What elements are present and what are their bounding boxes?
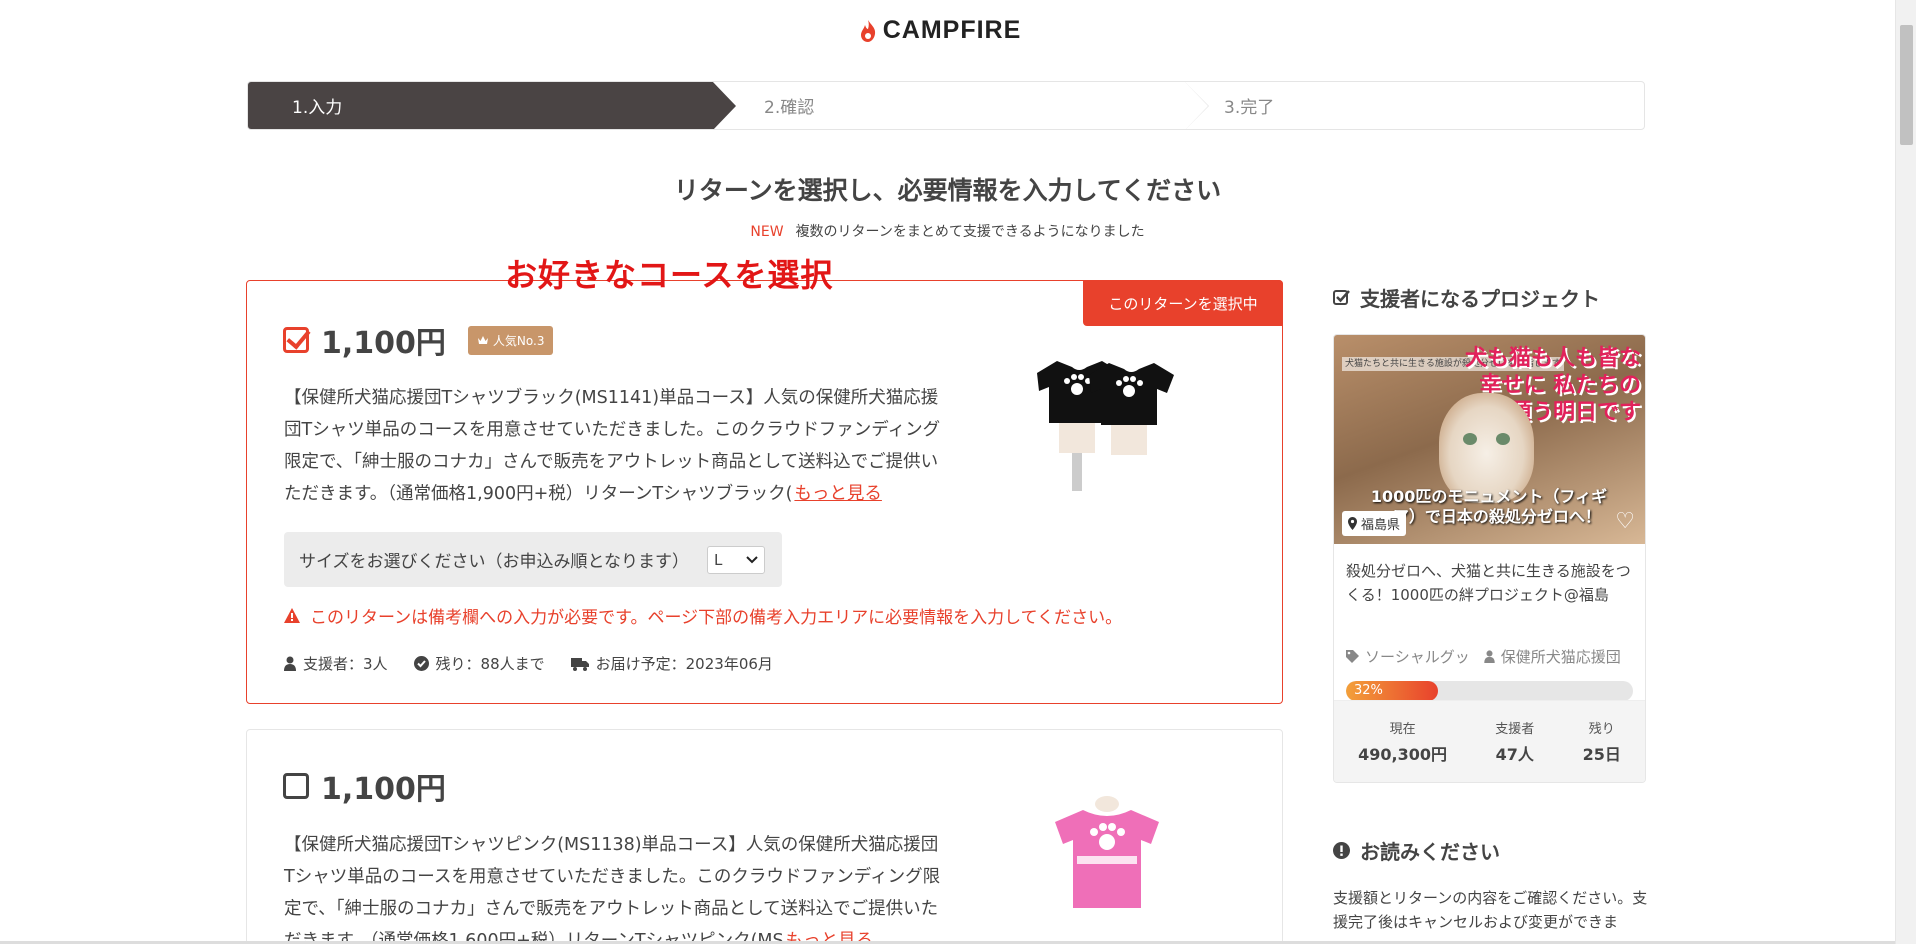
owner-tag[interactable]: 保健所犬猫応援団 (1501, 646, 1621, 667)
return-meta: 支援者：3人 残り：88人まで お届け予定：2023年06月 (284, 653, 773, 674)
step-complete: 3.完了 (1184, 82, 1644, 129)
check-circle-icon (413, 656, 429, 671)
project-tags: ソーシャルグッ 保健所犬猫応援団 (1334, 626, 1645, 667)
black-tshirt-image (1027, 343, 1177, 491)
readme-heading: お読みください (1333, 836, 1500, 865)
project-card[interactable]: 犬猫たちと共に生きる施設が殺処分ゼロを目指します 犬も猫も人も皆な幸せに 私たち… (1333, 334, 1646, 783)
readme-text: 支援額とリターンの内容をご確認ください。支援完了後はキャンセルおよび変更ができま (1333, 889, 1648, 931)
project-title[interactable]: 殺処分ゼロへ、犬猫と共に生きる施設をつくる！1000匹の絆プロジェクト@福島 (1334, 544, 1645, 626)
step-input: 1.入力 (248, 82, 736, 129)
page-scrollbar[interactable] (1895, 0, 1916, 944)
stat-label: 残り (1588, 722, 1615, 737)
heart-icon[interactable]: ♡ (1615, 509, 1635, 534)
page-title: リターンを選択し、必要情報を入力してください (673, 176, 1222, 205)
step-label: 2.確認 (764, 98, 815, 118)
location-label: 福島県 (1361, 518, 1401, 533)
warning-icon (284, 608, 300, 623)
campfire-logo[interactable]: CAMPFIRE (0, 16, 1880, 45)
note-required-warning: このリターンは備考欄への入力が必要です。ページ下部の備考入力エリアに必要情報を入… (284, 603, 1122, 628)
project-image[interactable]: 犬猫たちと共に生きる施設が殺処分ゼロを目指します 犬も猫も人も皆な幸せに 私たち… (1334, 335, 1645, 544)
stat-value: 490,300円 (1358, 745, 1448, 764)
selected-badge: このリターンを選択中 (1083, 280, 1283, 326)
crown-icon (477, 336, 488, 344)
project-stats: 現在 490,300円 支援者 47人 残り 25日 (1334, 700, 1645, 782)
checkbox-icon (1333, 290, 1350, 305)
heading-text: お読みください (1360, 840, 1500, 864)
stat-current: 現在 490,300円 (1358, 718, 1447, 765)
delivery-date: お届け予定：2023年06月 (595, 655, 773, 673)
supporters-count: 支援者：3人 (303, 655, 388, 673)
pink-tshirt-image (1047, 790, 1167, 930)
exclamation-circle-icon (1333, 842, 1350, 859)
project-heading: 支援者になるプロジェクト (1333, 283, 1600, 312)
return-description: 【保健所犬猫応援団Tシャツピンク(MS1138)単品コース】人気の保健所犬猫応援… (284, 829, 944, 944)
return-price: 1,100円 (321, 326, 446, 361)
stat-label: 支援者 (1495, 722, 1535, 737)
truck-icon (570, 657, 589, 671)
new-feature-notice: NEW 複数のリターンをまとめて支援できるようになりました (0, 221, 1895, 241)
warning-text: このリターンは備考欄への入力が必要です。ページ下部の備考入力エリアに必要情報を入… (310, 608, 1123, 628)
return-card[interactable]: 1,100円 【保健所犬猫応援団Tシャツピンク(MS1138)単品コース】人気の… (246, 729, 1283, 944)
return-description: 【保健所犬猫応援団Tシャツブラック(MS1141)単品コース】人気の保健所犬猫応… (284, 382, 944, 510)
person-icon (1484, 650, 1495, 663)
chevron-down-icon (746, 555, 758, 563)
heading-text: 支援者になるプロジェクト (1360, 287, 1600, 311)
stat-remaining: 残り 25日 (1583, 718, 1621, 765)
step-label: 3.完了 (1224, 98, 1275, 118)
stat-value: 47人 (1495, 745, 1534, 764)
person-icon (284, 656, 296, 671)
funding-progress-bar: 32% (1346, 681, 1633, 701)
new-label: NEW (750, 224, 784, 240)
stat-supporters: 支援者 47人 (1495, 718, 1534, 765)
size-label: サイズをお選びください（お申込み順となります） (299, 552, 689, 572)
description-text: 【保健所犬猫応援団Tシャツピンク(MS1138)単品コース】人気の保健所犬猫応援… (284, 835, 941, 944)
rank-label: 人気No.3 (492, 333, 545, 348)
step-label: 1.入力 (292, 98, 343, 118)
stat-value: 25日 (1582, 745, 1621, 764)
popularity-badge: 人気No.3 (467, 325, 554, 355)
return-card[interactable]: このリターンを選択中 1,100円 人気No.3 【保健所犬猫応援団Tシャツブラ… (246, 280, 1283, 704)
remaining-count: 残り：88人まで (435, 655, 545, 673)
map-pin-icon (1348, 517, 1357, 530)
overlay-caption: お好きなコースを選択 (505, 256, 834, 294)
read-more-link[interactable]: もっと見る (794, 484, 882, 504)
stat-label: 現在 (1389, 722, 1416, 737)
size-value: L (713, 550, 723, 569)
return-checkbox[interactable] (283, 327, 309, 353)
step-confirm: 2.確認 (712, 82, 1209, 129)
progress-label: 32% (1354, 683, 1383, 698)
progress-steps: 1.入力 2.確認 3.完了 (247, 81, 1645, 130)
location-tag: 福島県 (1342, 511, 1407, 536)
tag-icon (1346, 650, 1359, 663)
flame-icon (860, 19, 875, 42)
logo-text: CAMPFIRE (882, 16, 1022, 44)
return-price: 1,100円 (321, 772, 446, 807)
size-dropdown[interactable]: L (706, 545, 765, 574)
scrollbar-thumb[interactable] (1900, 25, 1913, 145)
size-selector-row: サイズをお選びください（お申込み順となります） L (284, 532, 782, 587)
notice-text: 複数のリターンをまとめて支援できるようになりました (795, 224, 1145, 240)
category-tag[interactable]: ソーシャルグッ (1365, 646, 1470, 667)
return-checkbox[interactable] (283, 773, 309, 799)
